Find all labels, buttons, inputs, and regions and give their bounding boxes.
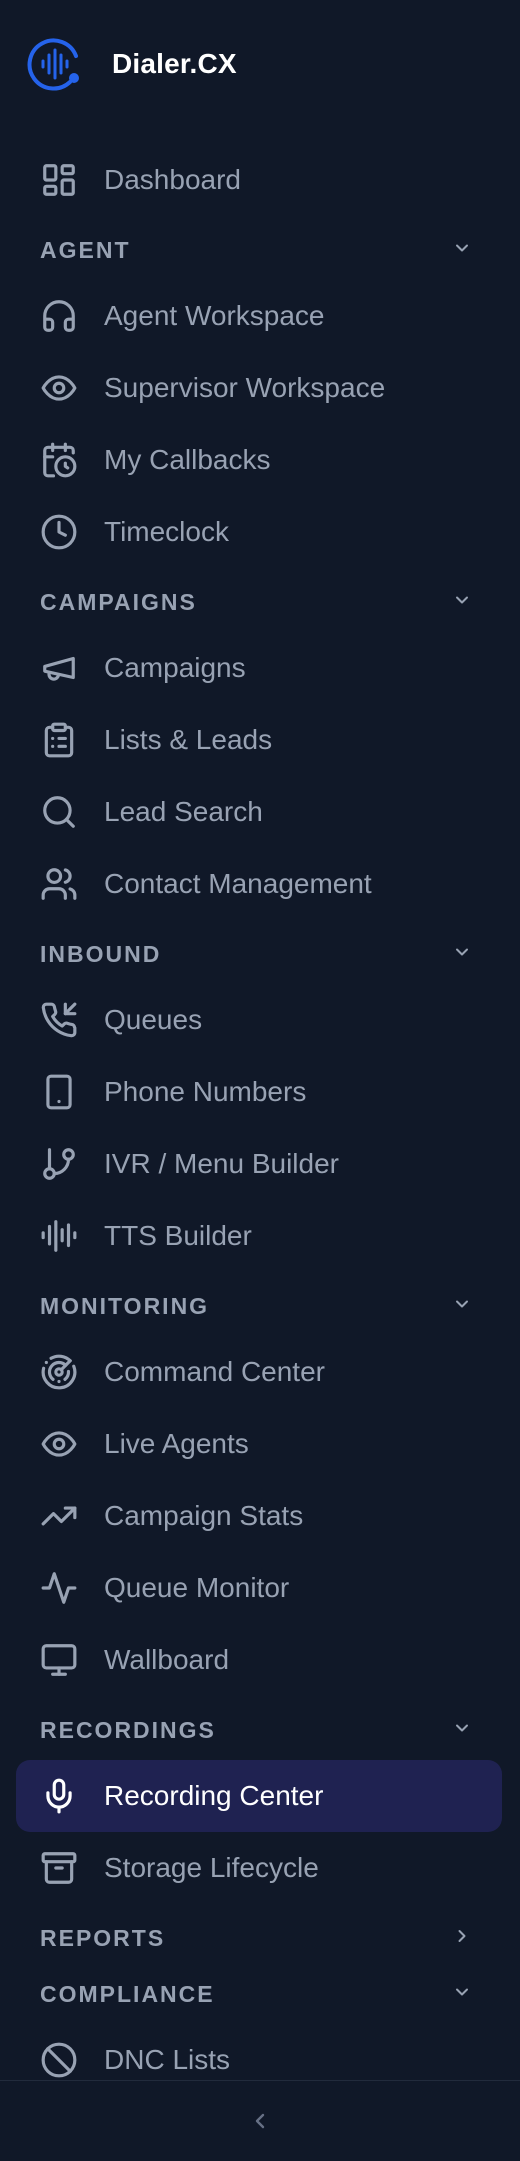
sidebar-item-label: Wallboard: [104, 1644, 230, 1675]
sidebar-item-label: Campaigns: [104, 652, 246, 683]
sidebar-item-timeclock[interactable]: Timeclock: [0, 496, 520, 568]
chevron-down-icon: [452, 1294, 472, 1319]
sidebar-item-agent-workspace[interactable]: Agent Workspace: [0, 280, 520, 352]
section-header-campaigns[interactable]: CAMPAIGNS: [0, 572, 520, 632]
section-header-recordings[interactable]: RECORDINGS: [0, 1700, 520, 1760]
sidebar-item-tts-builder[interactable]: TTS Builder: [0, 1200, 520, 1272]
sidebar-item-label: IVR / Menu Builder: [104, 1148, 339, 1179]
sidebar-item-command-center[interactable]: Command Center: [0, 1336, 520, 1408]
section-title: COMPLIANCE: [40, 1980, 215, 2007]
sidebar-item-lead-search[interactable]: Lead Search: [0, 776, 520, 848]
calendar-clock-icon: [40, 441, 78, 479]
section-header-monitoring[interactable]: MONITORING: [0, 1276, 520, 1336]
section-header-inbound[interactable]: INBOUND: [0, 924, 520, 984]
dialer-logo-icon: [26, 34, 86, 94]
activity-icon: [40, 1569, 78, 1607]
sidebar-item-storage-lifecycle[interactable]: Storage Lifecycle: [0, 1832, 520, 1904]
microphone-icon: [40, 1777, 78, 1815]
phone-incoming-icon: [40, 1001, 78, 1039]
chevron-down-icon: [452, 590, 472, 615]
clock-icon: [40, 513, 78, 551]
sidebar-item-queues[interactable]: Queues: [0, 984, 520, 1056]
section-title: INBOUND: [40, 940, 162, 967]
section-header-compliance[interactable]: COMPLIANCE: [0, 1964, 520, 2024]
sidebar-item-label: Queue Monitor: [104, 1572, 290, 1603]
sidebar-item-label: Agent Workspace: [104, 300, 325, 331]
chevron-down-icon: [452, 942, 472, 967]
monitor-icon: [40, 1641, 78, 1679]
sidebar-item-label: Lead Search: [104, 796, 263, 827]
sidebar-item-dashboard[interactable]: Dashboard: [0, 144, 520, 216]
section-title: REPORTS: [40, 1924, 166, 1951]
sidebar-item-label: My Callbacks: [104, 444, 271, 475]
section-title: AGENT: [40, 236, 131, 263]
brand[interactable]: Dialer.CX: [26, 34, 237, 94]
git-branch-icon: [40, 1145, 78, 1183]
radar-icon: [40, 1353, 78, 1391]
headset-icon: [40, 297, 78, 335]
sidebar-item-label: Lists & Leads: [104, 724, 273, 755]
sidebar-item-label: Dashboard: [104, 164, 241, 195]
chevron-down-icon: [452, 1982, 472, 2007]
sidebar-item-campaigns[interactable]: Campaigns: [0, 632, 520, 704]
section-title: MONITORING: [40, 1292, 210, 1319]
sidebar-item-label: Timeclock: [104, 516, 229, 547]
sidebar-item-label: Queues: [104, 1004, 203, 1035]
sidebar-item-label: DNC Lists: [104, 2044, 231, 2075]
sidebar-nav: Dashboard AGENT Agent Workspace Supervis…: [0, 144, 520, 2096]
sidebar-item-label: Live Agents: [104, 1428, 249, 1459]
smartphone-icon: [40, 1073, 78, 1111]
sidebar-item-label: Phone Numbers: [104, 1076, 307, 1107]
sidebar-footer: [0, 2080, 520, 2161]
sidebar: Dialer.CX Dashboard AGENT Agent Workspac…: [0, 0, 520, 2160]
sidebar-item-my-callbacks[interactable]: My Callbacks: [0, 424, 520, 496]
chevron-right-icon: [452, 1926, 472, 1951]
audio-lines-icon: [40, 1217, 78, 1255]
sidebar-item-queue-monitor[interactable]: Queue Monitor: [0, 1552, 520, 1624]
sidebar-item-label: Contact Management: [104, 868, 372, 899]
sidebar-item-label: Command Center: [104, 1356, 325, 1387]
trending-up-icon: [40, 1497, 78, 1535]
section-title: CAMPAIGNS: [40, 588, 197, 615]
eye-icon: [40, 369, 78, 407]
archive-icon: [40, 1849, 78, 1887]
eye-icon: [40, 1425, 78, 1463]
sidebar-item-ivr-menu-builder[interactable]: IVR / Menu Builder: [0, 1128, 520, 1200]
users-icon: [40, 865, 78, 903]
chevron-left-icon: [248, 2109, 272, 2133]
chevron-down-icon: [452, 1718, 472, 1743]
section-title: RECORDINGS: [40, 1716, 216, 1743]
section-header-agent[interactable]: AGENT: [0, 220, 520, 280]
ban-icon: [40, 2041, 78, 2079]
sidebar-item-recording-center[interactable]: Recording Center: [16, 1760, 502, 1832]
sidebar-item-label: Storage Lifecycle: [104, 1852, 319, 1883]
sidebar-item-phone-numbers[interactable]: Phone Numbers: [0, 1056, 520, 1128]
sidebar-item-campaign-stats[interactable]: Campaign Stats: [0, 1480, 520, 1552]
sidebar-item-contact-management[interactable]: Contact Management: [0, 848, 520, 920]
chevron-down-icon: [452, 238, 472, 263]
sidebar-item-label: TTS Builder: [104, 1220, 252, 1251]
sidebar-item-lists-leads[interactable]: Lists & Leads: [0, 704, 520, 776]
sidebar-item-label: Recording Center: [104, 1780, 324, 1811]
clipboard-list-icon: [40, 721, 78, 759]
sidebar-item-wallboard[interactable]: Wallboard: [0, 1624, 520, 1696]
sidebar-item-live-agents[interactable]: Live Agents: [0, 1408, 520, 1480]
collapse-sidebar-button[interactable]: [248, 2109, 272, 2133]
search-icon: [40, 793, 78, 831]
brand-name: Dialer.CX: [112, 48, 237, 79]
sidebar-item-supervisor-workspace[interactable]: Supervisor Workspace: [0, 352, 520, 424]
sidebar-item-label: Campaign Stats: [104, 1500, 304, 1531]
megaphone-icon: [40, 649, 78, 687]
dashboard-icon: [40, 161, 78, 199]
sidebar-item-label: Supervisor Workspace: [104, 372, 386, 403]
section-header-reports[interactable]: REPORTS: [0, 1908, 520, 1968]
